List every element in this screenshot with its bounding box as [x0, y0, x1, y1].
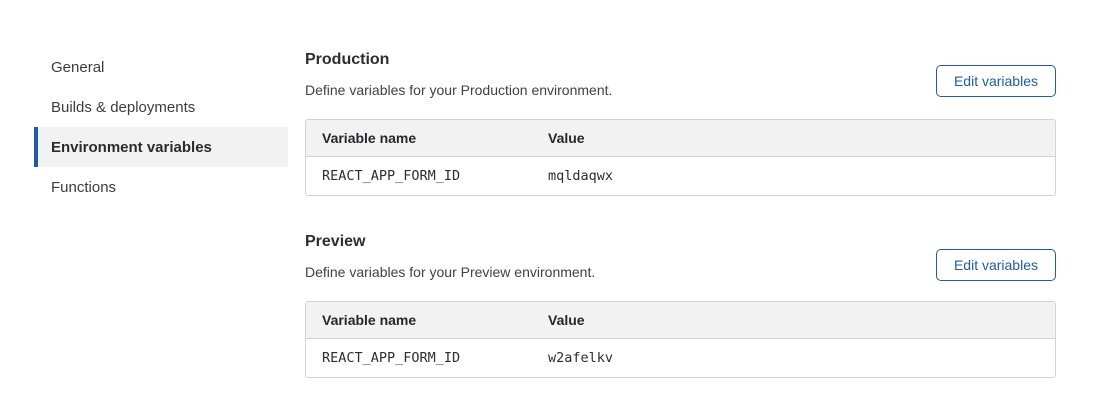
table-header-row: Variable name Value	[306, 302, 1055, 339]
sidebar-item-environment-variables[interactable]: Environment variables	[34, 127, 288, 167]
sidebar-item-functions[interactable]: Functions	[34, 167, 288, 207]
variable-name-cell: REACT_APP_FORM_ID	[306, 168, 532, 184]
column-header-variable-name: Variable name	[306, 312, 532, 328]
preview-variables-table: Variable name Value REACT_APP_FORM_ID w2…	[305, 301, 1056, 378]
edit-variables-button-production[interactable]: Edit variables	[936, 65, 1056, 97]
table-row: REACT_APP_FORM_ID w2afelkv	[306, 339, 1055, 377]
sidebar-item-general[interactable]: General	[34, 47, 288, 87]
table-row: REACT_APP_FORM_ID mqldaqwx	[306, 157, 1055, 195]
environment-variables-panel: Production Define variables for your Pro…	[305, 51, 1056, 378]
edit-variables-button-preview[interactable]: Edit variables	[936, 249, 1056, 281]
column-header-value: Value	[532, 312, 1055, 328]
variable-value-cell: w2afelkv	[532, 350, 1055, 366]
production-section: Production Define variables for your Pro…	[305, 51, 1056, 196]
preview-section: Preview Define variables for your Previe…	[305, 233, 1056, 378]
section-title-preview: Preview	[305, 233, 1056, 250]
sidebar-item-builds-deployments[interactable]: Builds & deployments	[34, 87, 288, 127]
column-header-variable-name: Variable name	[306, 130, 532, 146]
variable-value-cell: mqldaqwx	[532, 168, 1055, 184]
settings-sidebar: General Builds & deployments Environment…	[34, 47, 288, 207]
variable-name-cell: REACT_APP_FORM_ID	[306, 350, 532, 366]
production-variables-table: Variable name Value REACT_APP_FORM_ID mq…	[305, 119, 1056, 196]
table-header-row: Variable name Value	[306, 120, 1055, 157]
column-header-value: Value	[532, 130, 1055, 146]
